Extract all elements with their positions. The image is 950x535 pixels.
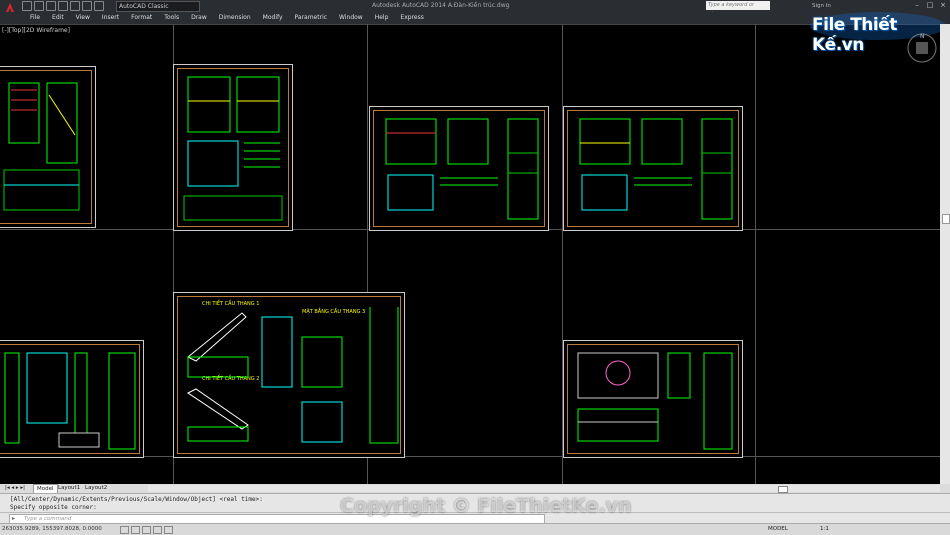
osnap-toggle-icon[interactable] [164, 526, 173, 534]
command-history-line: Specify opposite corner: [10, 504, 97, 511]
drawing-sheet[interactable] [563, 106, 743, 231]
sheet-drawing [4, 352, 136, 450]
drawing-sheet[interactable]: CHI TIẾT CẦU THANG 1 CHI TIẾT CẦU THANG … [173, 292, 405, 458]
grid-toggle-icon[interactable] [131, 526, 140, 534]
window-title: Autodesk AutoCAD 2014 A.Đàn-Kiến trúc.dw… [372, 2, 510, 9]
menu-parametric[interactable]: Parametric [289, 13, 334, 23]
drafting-toggles [120, 526, 173, 534]
sheet-drawing [577, 352, 733, 450]
undo-icon[interactable] [82, 1, 92, 11]
sheet-drawing [385, 118, 539, 220]
open-icon[interactable] [34, 1, 44, 11]
redo-icon[interactable] [94, 1, 104, 11]
tab-nav-arrows[interactable]: |◂ ◂ ▸ ▸| [2, 484, 28, 493]
ortho-toggle-icon[interactable] [142, 526, 151, 534]
coordinate-readout: 263035.9289, 155397.8028, 0.0000 [2, 526, 102, 532]
drawing-sheet[interactable] [369, 106, 549, 231]
menu-file[interactable]: File [24, 13, 46, 23]
plot-icon[interactable] [70, 1, 80, 11]
sheet-drawing [579, 118, 733, 220]
drawing-sheet[interactable] [563, 340, 743, 458]
menu-format[interactable]: Format [125, 13, 158, 23]
menu-insert[interactable]: Insert [96, 13, 125, 23]
viewcube-icon[interactable]: N [904, 30, 940, 66]
menu-draw[interactable]: Draw [185, 13, 213, 23]
snap-toggle-icon[interactable] [120, 526, 129, 534]
menu-express[interactable]: Express [394, 13, 429, 23]
sheet-drawing [187, 307, 399, 444]
quick-access-toolbar [22, 1, 104, 11]
drawing-sheet[interactable] [173, 64, 293, 231]
sheet-drawing [3, 82, 80, 211]
drawing-sheet[interactable] [0, 66, 96, 228]
model-space-button[interactable]: MODEL [768, 524, 788, 535]
menu-view[interactable]: View [70, 13, 96, 23]
menu-modify[interactable]: Modify [257, 13, 289, 23]
menu-edit[interactable]: Edit [46, 13, 70, 23]
save-icon[interactable] [46, 1, 56, 11]
menu-window[interactable]: Window [333, 13, 369, 23]
tab-layout2[interactable]: Layout2 [82, 484, 110, 493]
grid-line [755, 24, 756, 484]
menu-help[interactable]: Help [369, 13, 395, 23]
vertical-scrollbar[interactable] [940, 24, 950, 484]
workspace-dropdown[interactable]: AutoCAD Classic [116, 1, 200, 12]
drawing-canvas[interactable]: CHI TIẾT CẦU THANG 1 CHI TIẾT CẦU THANG … [0, 24, 940, 484]
menu-tools[interactable]: Tools [158, 13, 185, 23]
viewport-controls[interactable]: [-][Top][2D Wireframe] [2, 27, 70, 34]
polar-toggle-icon[interactable] [153, 526, 162, 534]
drawing-sheet[interactable] [0, 340, 144, 458]
new-icon[interactable] [22, 1, 32, 11]
sheet-drawing [183, 76, 283, 221]
scroll-thumb[interactable] [942, 214, 950, 224]
tab-layout1[interactable]: Layout1 [55, 484, 83, 493]
status-bar: 263035.9289, 155397.8028, 0.0000 MODEL 1… [0, 523, 950, 535]
command-history-line: [All/Center/Dynamic/Extents/Previous/Sca… [10, 496, 263, 503]
save-as-icon[interactable] [58, 1, 68, 11]
menu-items: File Edit View Insert Format Tools Draw … [24, 13, 430, 23]
command-prompt-icon: ▸ [12, 515, 16, 522]
scroll-thumb[interactable] [778, 486, 788, 493]
horizontal-scrollbar[interactable] [148, 485, 940, 493]
menu-dimension[interactable]: Dimension [213, 13, 257, 23]
search-input[interactable]: Type a keyword or phrase [706, 1, 770, 17]
copyright-watermark: Copyright © FileThietKe.vn [340, 495, 632, 517]
svg-text:N: N [920, 33, 925, 40]
annotation-scale[interactable]: 1:1 [820, 524, 829, 535]
